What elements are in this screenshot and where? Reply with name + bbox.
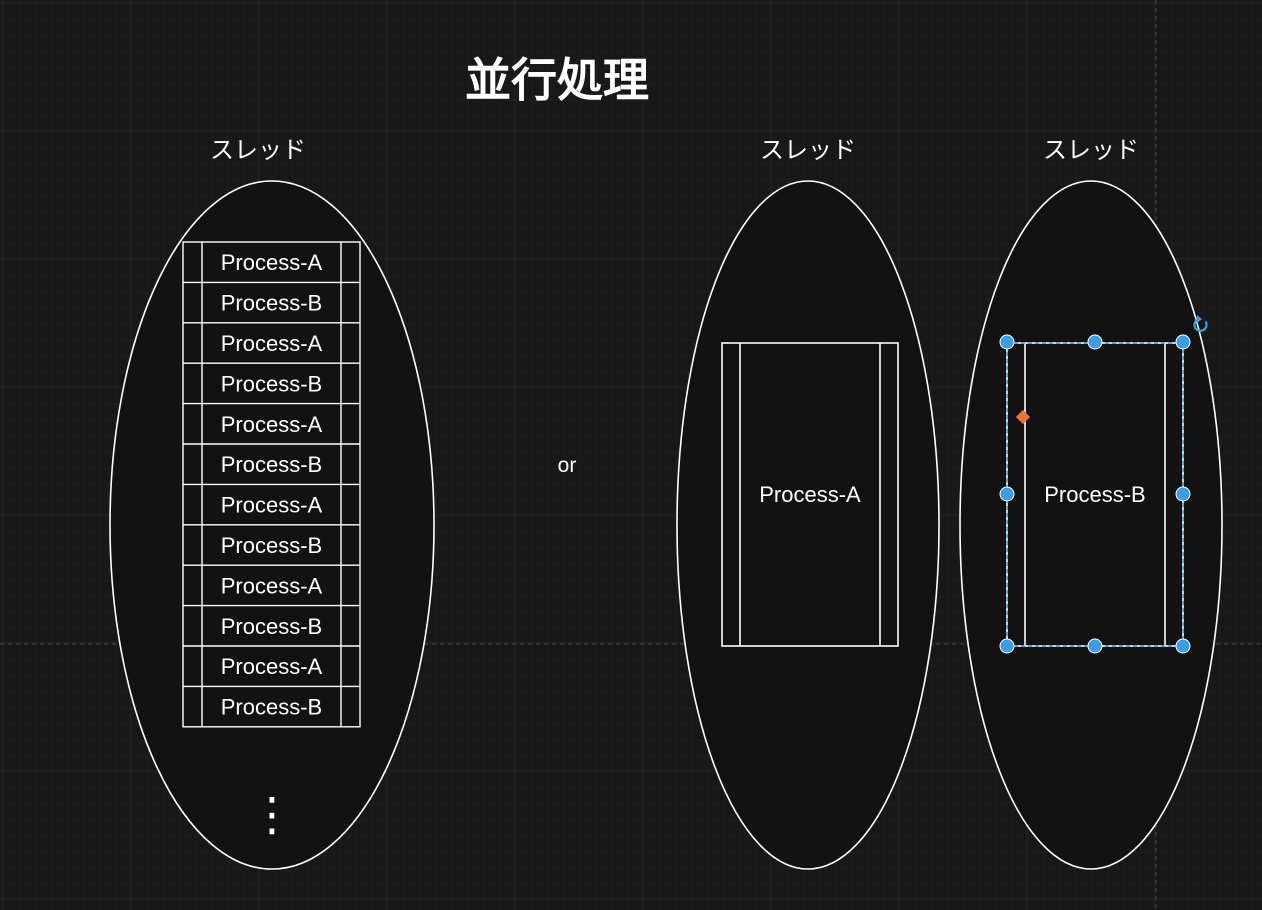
resize-handle-e[interactable] bbox=[1175, 486, 1191, 502]
process-label: Process-B bbox=[1044, 482, 1145, 507]
process-item[interactable]: Process-B bbox=[221, 695, 322, 720]
process-item[interactable]: Process-A bbox=[221, 654, 323, 679]
process-item[interactable]: Process-A bbox=[221, 573, 323, 598]
resize-handle-ne[interactable] bbox=[1175, 334, 1191, 350]
process-list: Process-A Process-B Process-A Process-B Proc… bbox=[182, 241, 361, 728]
process-item[interactable]: Process-A bbox=[221, 493, 323, 518]
resize-handle-se[interactable] bbox=[1175, 638, 1191, 654]
process-item[interactable]: Process-B bbox=[221, 614, 322, 639]
process-item[interactable]: Process-A bbox=[221, 250, 323, 275]
resize-handle-n[interactable] bbox=[1087, 334, 1103, 350]
continuation-ellipsis: ⋮ bbox=[249, 788, 295, 840]
process-label: Process-A bbox=[759, 482, 861, 507]
process-box-b[interactable]: Process-B bbox=[1006, 342, 1184, 647]
process-item[interactable]: Process-B bbox=[221, 291, 322, 316]
process-item[interactable]: Process-A bbox=[221, 331, 323, 356]
diagram-canvas[interactable]: 並行処理 スレッド Process-AProcess-BProcess-APro… bbox=[0, 0, 1262, 910]
process-item[interactable]: Process-B bbox=[221, 452, 322, 477]
thread-label: スレッド bbox=[760, 136, 856, 164]
thread-label: スレッド bbox=[1043, 136, 1139, 164]
process-item[interactable]: Process-B bbox=[221, 371, 322, 396]
thread-label: スレッド bbox=[210, 136, 306, 164]
process-item[interactable]: Process-A bbox=[221, 412, 323, 437]
resize-handle-sw[interactable] bbox=[999, 638, 1015, 654]
resize-handle-s[interactable] bbox=[1087, 638, 1103, 654]
resize-handle-nw[interactable] bbox=[999, 334, 1015, 350]
diagram-title[interactable]: 並行処理 bbox=[465, 53, 649, 107]
process-box-a[interactable]: Process-A bbox=[721, 342, 899, 647]
process-item[interactable]: Process-B bbox=[221, 533, 322, 558]
resize-handle-w[interactable] bbox=[999, 486, 1015, 502]
or-separator[interactable]: or bbox=[558, 454, 577, 477]
